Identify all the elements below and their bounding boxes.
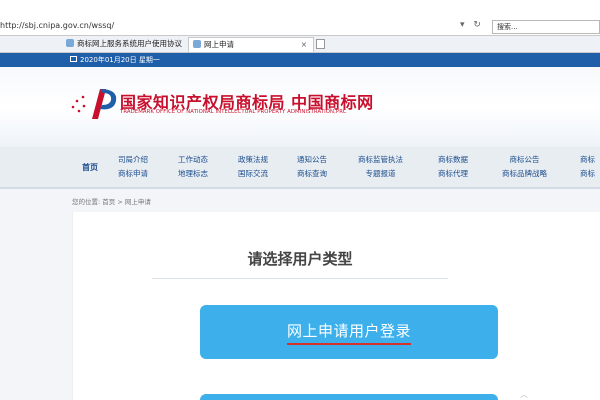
refresh-icon[interactable]: ↻ <box>473 20 481 30</box>
login-button-label: 网上申请用户登录 <box>286 320 411 345</box>
date-text: 2020年01月20日 星期一 <box>80 56 160 64</box>
nav-item[interactable]: 工作动态 <box>178 153 208 167</box>
nav-item[interactable]: 专题报道 <box>358 167 403 181</box>
nav-item[interactable]: 国际交流 <box>238 167 268 181</box>
breadcrumb: 您的位置: 首页 > 网上申请 <box>72 198 151 206</box>
site-top-strip: 2020年01月20日 星期一 <box>0 53 600 67</box>
current-date: 2020年01月20日 星期一 <box>70 55 160 65</box>
nav-item[interactable]: 商标查询 <box>297 167 327 181</box>
close-icon[interactable]: × <box>301 38 307 52</box>
url-field[interactable]: http://sbj.cnipa.gov.cn/wssq/ <box>0 21 114 30</box>
nav-item[interactable]: 商标 <box>580 153 595 167</box>
page-icon <box>66 39 74 47</box>
site-header: 国家知识产权局商标局 中国商标网 TRADEMARK OFFICE OF NAT… <box>0 67 600 147</box>
tab-user-agreement[interactable]: 商标网上服务系统用户使用协议 <box>62 37 187 52</box>
nav-column-6: 商标数据 商标代理 <box>438 153 468 181</box>
tab-bar: 商标网上服务系统用户使用协议 网上申请 × <box>0 36 600 53</box>
new-tab-icon[interactable] <box>316 39 325 49</box>
nav-item[interactable]: 商标 <box>580 167 595 181</box>
nav-item[interactable]: 商标监管执法 <box>358 153 403 167</box>
nav-item[interactable]: 商标公告 <box>502 153 547 167</box>
nav-item[interactable]: 商标代理 <box>438 167 468 181</box>
nav-column-4: 通知公告 商标查询 <box>297 153 327 181</box>
nav-column-2: 工作动态 地理标志 <box>178 153 208 181</box>
divider <box>152 278 448 279</box>
nav-column-8: 商标 商标 <box>580 153 595 181</box>
site-subtitle: TRADEMARK OFFICE OF NATIONAL INTELLECTUA… <box>120 109 347 115</box>
nav-item[interactable]: 商标数据 <box>438 153 468 167</box>
calendar-icon <box>70 56 77 62</box>
nav-item[interactable]: 通知公告 <box>297 153 327 167</box>
nav-column-5: 商标监管执法 专题报道 <box>358 153 403 181</box>
scroll-up-icon[interactable]: ︿ <box>520 389 528 400</box>
tab-online-application[interactable]: 网上申请 × <box>188 37 314 52</box>
nav-item[interactable]: 商标申请 <box>118 167 148 181</box>
dropdown-icon[interactable]: ▾ <box>460 20 465 30</box>
address-bar-icons: ▾ ↻ <box>460 20 487 30</box>
tab-label: 商标网上服务系统用户使用协议 <box>77 39 182 48</box>
main-nav: 首页 司局介绍 商标申请 工作动态 地理标志 政策法规 国际交流 通知公告 商标… <box>0 147 600 189</box>
search-input[interactable]: 搜索... <box>492 20 600 34</box>
address-bar: http://sbj.cnipa.gov.cn/wssq/ ▾ ↻ 搜索... <box>0 18 600 36</box>
second-user-type-button[interactable] <box>200 394 498 400</box>
tab-label: 网上申请 <box>204 40 234 49</box>
nav-home[interactable]: 首页 <box>82 162 98 173</box>
nav-item[interactable]: 司局介绍 <box>118 153 148 167</box>
nav-item[interactable]: 商标品牌战略 <box>502 167 547 181</box>
nav-item[interactable]: 政策法规 <box>238 153 268 167</box>
page-icon <box>193 40 201 48</box>
nav-item[interactable]: 地理标志 <box>178 167 208 181</box>
nav-column-1: 司局介绍 商标申请 <box>118 153 148 181</box>
cnipa-logo-icon[interactable] <box>70 85 122 121</box>
nav-column-7: 商标公告 商标品牌战略 <box>502 153 547 181</box>
page-title: 请选择用户类型 <box>247 250 353 268</box>
online-application-login-button[interactable]: 网上申请用户登录 <box>200 305 498 359</box>
nav-column-3: 政策法规 国际交流 <box>238 153 268 181</box>
